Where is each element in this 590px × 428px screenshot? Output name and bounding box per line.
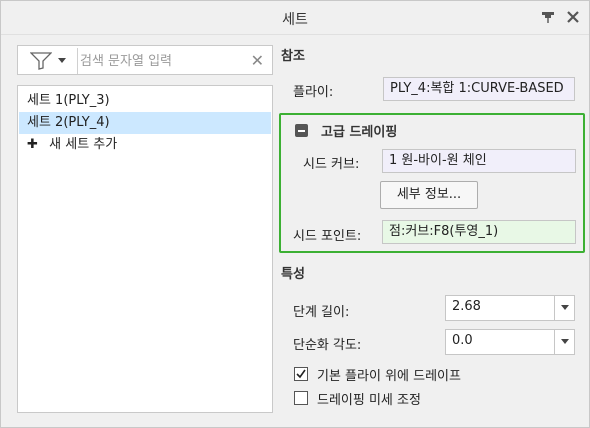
search-box: ✕ <box>17 45 273 75</box>
details-button[interactable]: 세부 정보... <box>380 181 478 209</box>
plus-icon: ✚ <box>27 137 38 152</box>
sets-panel: ✕ 세트 1(PLY_3) 세트 2(PLY_4) ✚ 새 세트 추가 <box>17 45 273 413</box>
filter-icon <box>30 52 52 70</box>
simplify-angle-label: 단순화 각도: <box>293 338 362 353</box>
step-length-combo[interactable]: 2.68 <box>445 295 575 321</box>
add-set-label: 새 세트 추가 <box>49 137 118 152</box>
drape-over-base-label[interactable]: 기본 플라이 위에 드레이프 <box>317 365 461 384</box>
title-bar: 세트 <box>1 1 589 35</box>
chevron-down-icon[interactable] <box>554 330 574 354</box>
simplify-angle-combo[interactable]: 0.0 <box>445 329 575 355</box>
step-length-value: 2.68 <box>452 299 481 314</box>
checkmark-icon <box>296 369 306 379</box>
pin-icon[interactable] <box>538 7 558 27</box>
add-set-item[interactable]: ✚ 새 세트 추가 <box>19 134 271 156</box>
list-item-set-2[interactable]: 세트 2(PLY_4) <box>19 112 271 134</box>
chevron-down-icon <box>58 58 66 64</box>
fine-tune-checkbox[interactable] <box>294 391 308 405</box>
step-length-label: 단계 길이: <box>293 305 350 320</box>
filter-button[interactable] <box>20 48 78 74</box>
sets-list: 세트 1(PLY_3) 세트 2(PLY_4) ✚ 새 세트 추가 <box>17 85 273 413</box>
ply-field[interactable]: PLY_4:복합 1:CURVE-BASED <box>383 77 575 101</box>
chevron-down-icon[interactable] <box>554 296 574 320</box>
collapse-icon[interactable] <box>295 124 308 137</box>
seed-curve-field[interactable]: 1 원-바이-원 체인 <box>382 149 576 173</box>
ply-label: 플라이: <box>293 85 334 100</box>
seed-curve-label: 시드 커브: <box>303 157 360 172</box>
properties-section-title: 특성 <box>281 267 305 282</box>
clear-icon[interactable]: ✕ <box>251 51 264 70</box>
advanced-draping-box: 고급 드레이핑 시드 커브: 1 원-바이-원 체인 세부 정보... 시드 포… <box>279 113 585 253</box>
seed-point-field[interactable]: 점:커브:F8(투영_1) <box>382 220 576 244</box>
close-icon[interactable] <box>563 7 583 27</box>
advanced-draping-title: 고급 드레이핑 <box>321 125 398 140</box>
fine-tune-label[interactable]: 드레이핑 미세 조정 <box>317 389 421 408</box>
reference-section-title: 참조 <box>281 49 305 64</box>
sets-dialog: 세트 ✕ 세트 1(PLY_3) 세트 2(PLY_4) <box>0 0 590 428</box>
drape-over-base-checkbox[interactable] <box>294 367 308 381</box>
list-item-set-1[interactable]: 세트 1(PLY_3) <box>19 90 271 112</box>
window-title: 세트 <box>282 12 308 28</box>
properties-panel: 참조 플라이: PLY_4:복합 1:CURVE-BASED 고급 드레이핑 시… <box>279 37 589 417</box>
simplify-angle-value: 0.0 <box>452 333 473 348</box>
search-input[interactable] <box>80 49 240 73</box>
seed-point-label: 시드 포인트: <box>293 229 362 244</box>
